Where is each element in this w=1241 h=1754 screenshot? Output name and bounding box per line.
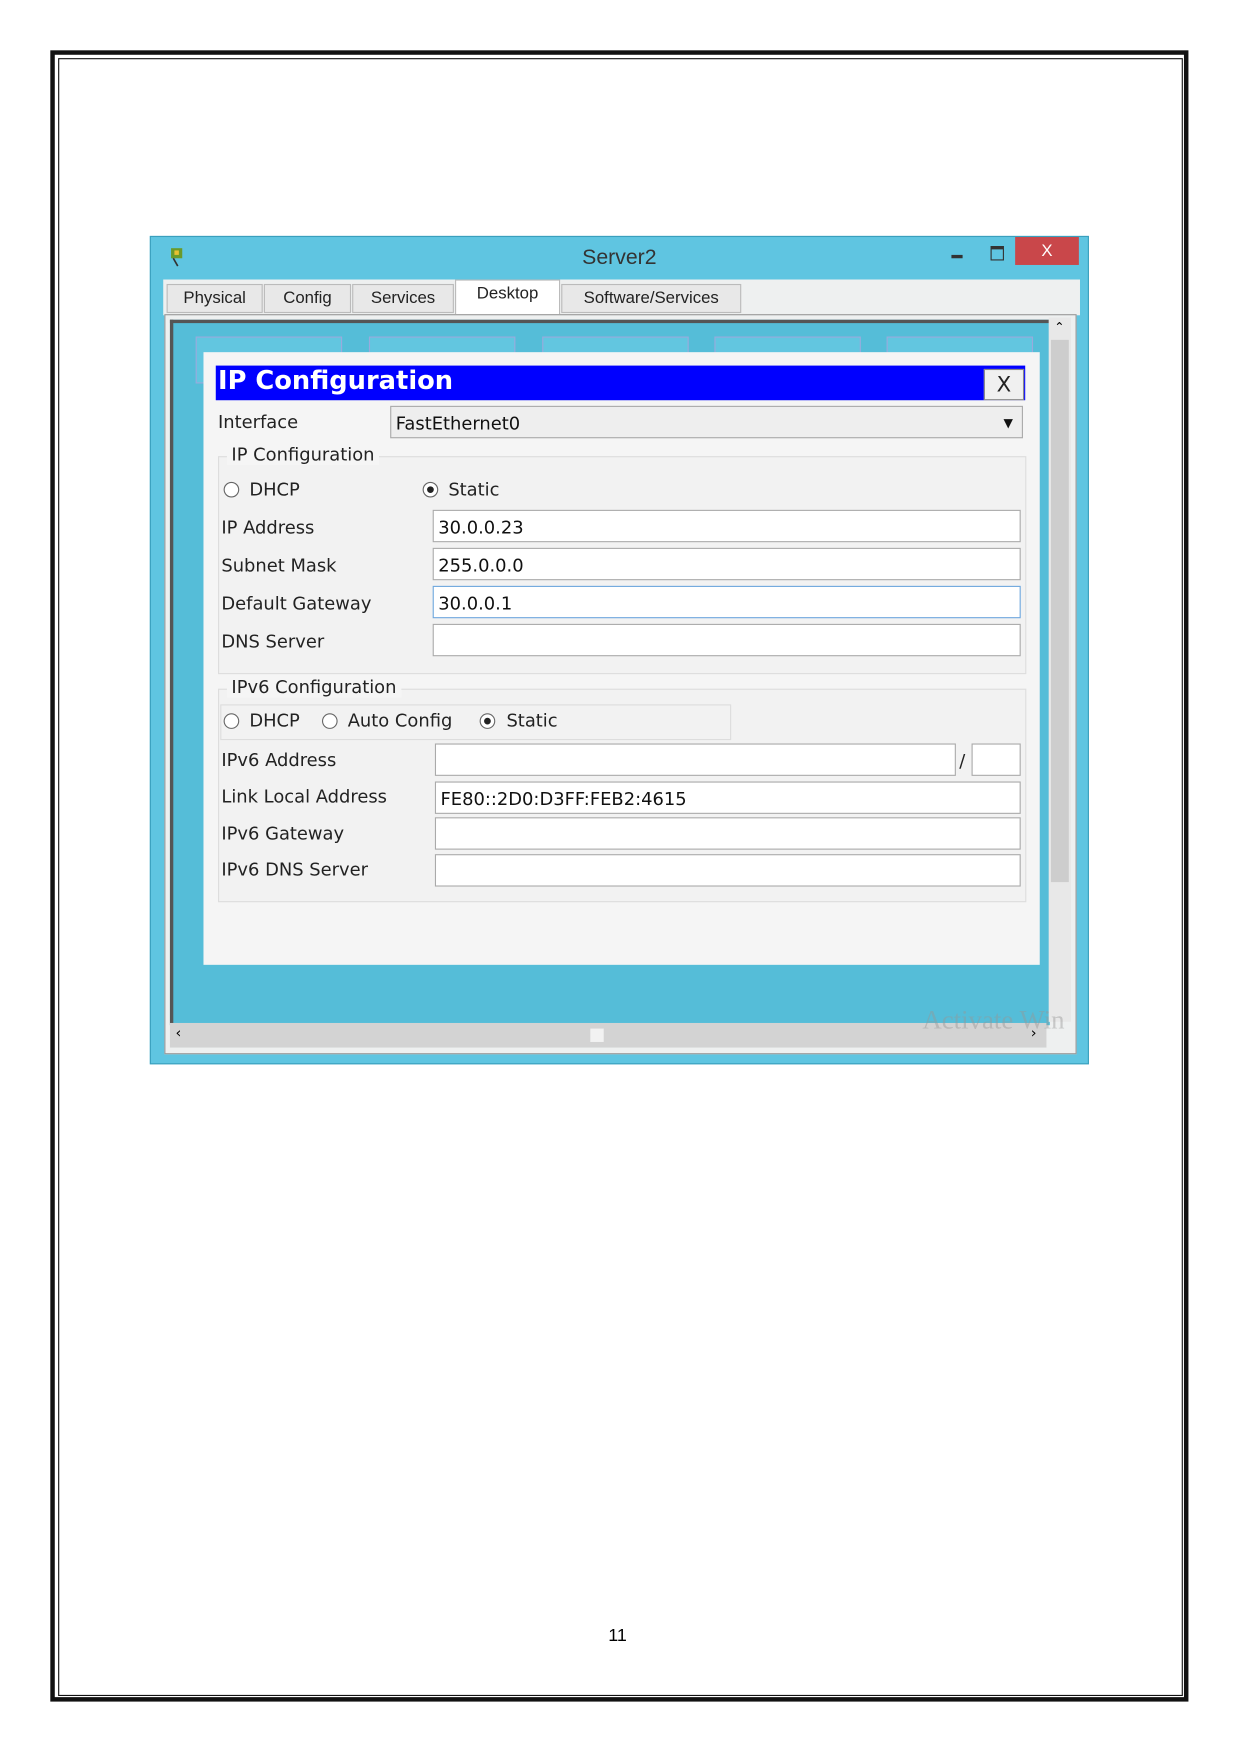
scroll-thumb[interactable] [1050,339,1069,883]
interface-value: FastEthernet0 [395,412,521,434]
tab-services[interactable]: Services [352,283,454,314]
page-number: 11 [608,1626,627,1646]
tab-physical[interactable]: Physical [166,283,263,314]
activation-watermark: Activate Win [922,1006,1065,1036]
ipv4-static-radio[interactable] [422,481,439,498]
dialog-title: IP Configuration [218,366,454,396]
ipv6-prefix-input[interactable] [971,743,1021,776]
ipv6-dns-label: IPv6 DNS Server [221,858,368,880]
vertical-scrollbar[interactable]: ⌃ [1048,317,1072,1022]
ipv6-dns-input[interactable] [434,854,1021,887]
ipv4-dhcp-label: DHCP [249,478,300,500]
scroll-thumb[interactable] [590,1028,604,1042]
link-local-input[interactable]: FE80::2D0:D3FF:FEB2:4615 [434,781,1021,814]
tab-desktop[interactable]: Desktop [455,279,561,315]
ipv6-address-input[interactable] [434,743,956,776]
window-title: Server2 [582,245,657,270]
chevron-down-icon: ▼ [1003,415,1013,431]
tab-config[interactable]: Config [263,283,352,314]
horizontal-scrollbar[interactable]: ‹ › [169,1022,1047,1048]
default-gateway-label: Default Gateway [221,592,372,614]
tab-software-services[interactable]: Software/Services [561,283,742,314]
interface-label: Interface [218,411,299,433]
ipv4-dhcp-radio[interactable] [223,481,240,498]
ipv6-legend: IPv6 Configuration [226,676,401,698]
close-window-button[interactable]: X [1015,237,1079,265]
maximize-button[interactable] [990,245,1004,261]
ipv6-static-radio[interactable] [479,713,496,729]
ipv6-auto-label: Auto Config [347,709,453,732]
dialog-title-bar: IP Configuration [215,365,1026,401]
link-local-label: Link Local Address [221,785,387,808]
ipv6-address-label: IPv6 Address [221,749,337,771]
interface-select[interactable]: FastEthernet0 ▼ [390,405,1023,439]
dialog-close-button[interactable]: X [983,368,1025,401]
default-gateway-input[interactable]: 30.0.0.1 [432,585,1021,619]
ipv6-dhcp-label: DHCP [249,709,300,732]
ipv6-gateway-label: IPv6 Gateway [221,822,345,845]
scroll-up-icon[interactable]: ⌃ [1054,320,1064,335]
ip-address-input[interactable]: 30.0.0.23 [432,509,1021,543]
scroll-left-icon[interactable]: ‹ [176,1025,182,1042]
prefix-slash: / [959,750,966,772]
ipv6-auto-radio[interactable] [321,713,338,729]
ipv4-legend: IP Configuration [226,443,379,466]
minimize-button[interactable] [951,254,963,259]
subnet-mask-label: Subnet Mask [221,554,337,576]
ipv6-gateway-input[interactable] [434,817,1021,850]
subnet-mask-input[interactable]: 255.0.0.0 [432,547,1021,581]
ipv6-dhcp-radio[interactable] [223,713,240,729]
dns-server-label: DNS Server [221,630,325,652]
ip-address-label: IP Address [221,516,315,538]
dns-server-input[interactable] [432,623,1021,657]
ipv6-static-label: Static [506,709,558,732]
ipv4-static-label: Static [448,478,500,500]
